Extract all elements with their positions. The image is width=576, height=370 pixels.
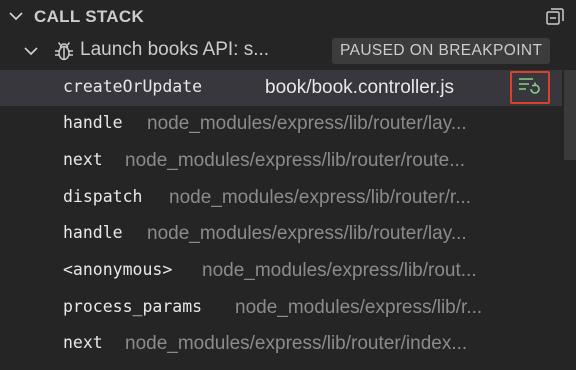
collapse-all-icon[interactable] [544, 5, 566, 27]
bug-icon [52, 39, 76, 63]
frame-function-name: <anonymous> [63, 260, 173, 279]
panel-title: CALL STACK [34, 7, 145, 26]
stack-frame-row[interactable]: handle node_modules/express/lib/router/l… [0, 216, 562, 252]
frame-file-path: node_modules/express/lib/router/index... [125, 333, 468, 354]
stack-frame-row[interactable]: createOrUpdate book/book.controller.js [0, 70, 562, 106]
frame-file-path: node_modules/express/lib/r... [235, 297, 483, 318]
restart-frame-button[interactable] [510, 71, 550, 104]
frame-file-path: book/book.controller.js [265, 77, 455, 98]
call-stack-header[interactable]: CALL STACK [0, 0, 576, 32]
stack-frame-row[interactable]: next node_modules/express/lib/router/ind… [0, 326, 562, 362]
frame-function-name: next [63, 150, 103, 169]
session-status-badge: PAUSED ON BREAKPOINT [332, 38, 551, 64]
restart-frame-icon [517, 75, 543, 100]
scrollbar[interactable] [564, 70, 576, 160]
frame-file-path: node_modules/express/lib/router/r... [169, 187, 472, 208]
frame-file-path: node_modules/express/lib/router/route... [125, 150, 466, 171]
stack-frame-row[interactable]: next node_modules/express/lib/router/rou… [0, 143, 562, 179]
stack-frame-row[interactable]: dispatch node_modules/express/lib/router… [0, 180, 562, 216]
frame-file-path: node_modules/express/lib/router/lay... [147, 223, 467, 244]
frame-function-name: dispatch [63, 187, 143, 206]
frame-function-name: createOrUpdate [63, 77, 203, 96]
frame-function-name: process_params [63, 297, 203, 316]
chevron-down-icon[interactable] [6, 6, 26, 26]
frame-file-path: node_modules/express/lib/router/lay... [147, 113, 467, 134]
debug-session-row[interactable]: Launch books API: s... PAUSED ON BREAKPO… [0, 33, 576, 69]
stack-frame-row[interactable]: process_params node_modules/express/lib/… [0, 290, 562, 326]
frame-function-name: handle [63, 223, 123, 242]
stack-frame-row[interactable]: <anonymous> node_modules/express/lib/rou… [0, 253, 562, 289]
session-name: Launch books API: s... [80, 39, 270, 60]
frame-file-path: node_modules/express/lib/rout... [202, 260, 477, 281]
chevron-down-icon[interactable] [22, 42, 40, 60]
frame-function-name: next [63, 333, 103, 352]
frame-function-name: handle [63, 113, 123, 132]
stack-frame-row[interactable]: handle node_modules/express/lib/router/l… [0, 106, 562, 142]
